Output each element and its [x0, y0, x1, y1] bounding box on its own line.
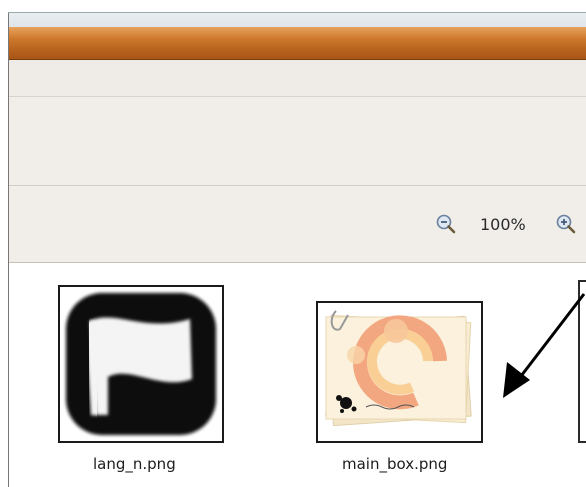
flag-icon [66, 293, 216, 435]
zoom-out-icon[interactable] [436, 214, 456, 234]
main-box-thumbnail [318, 303, 481, 441]
zoom-level-label: 100% [480, 215, 526, 234]
file-item-lang-n[interactable] [58, 285, 224, 443]
window-top-strip [9, 13, 586, 27]
zoom-in-icon[interactable] [556, 214, 576, 234]
file-item-main-box[interactable] [316, 301, 483, 443]
file-name-lang-n: lang_n.png [93, 455, 176, 473]
title-bar[interactable] [9, 27, 586, 60]
toolbar [9, 97, 586, 186]
file-name-main-box: main_box.png [342, 455, 448, 473]
file-manager-window: 100% lang_n.png main_box.png [0, 0, 586, 487]
file-item-partial[interactable] [578, 280, 586, 443]
menu-bar[interactable] [9, 60, 586, 97]
